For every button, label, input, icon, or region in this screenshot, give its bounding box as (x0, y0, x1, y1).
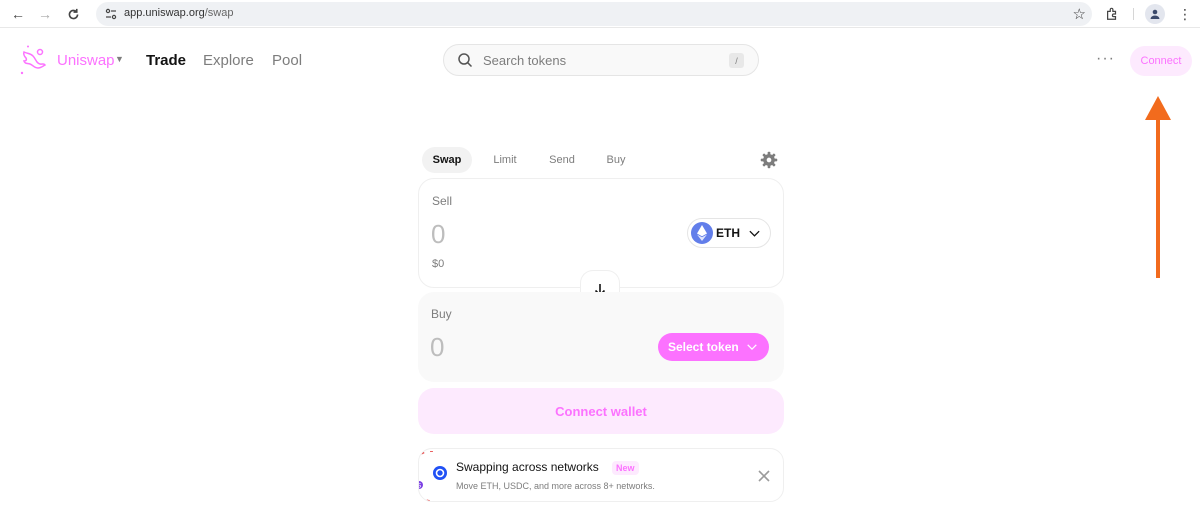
reload-icon[interactable] (63, 4, 83, 24)
sell-token-symbol: ETH (716, 226, 740, 240)
search-tokens-input[interactable]: Search tokens / (443, 44, 759, 76)
eth-token-icon (691, 222, 713, 244)
nav-pool[interactable]: Pool (272, 52, 302, 69)
sell-token-selector[interactable]: ETH (687, 218, 771, 248)
brand-name[interactable]: Uniswap (57, 52, 115, 69)
browser-toolbar: ← → app.uniswap.org/swap ☆ ⋮ (0, 0, 1200, 28)
search-placeholder: Search tokens (483, 53, 567, 68)
sell-amount-input[interactable]: 0 (431, 219, 445, 250)
banner-title: Swapping across networks (456, 460, 599, 474)
nav-trade[interactable]: Trade (146, 52, 186, 69)
sell-label: Sell (432, 194, 453, 208)
search-icon (458, 53, 473, 68)
back-icon[interactable]: ← (8, 4, 28, 24)
brand-caret-icon[interactable]: ▼ (115, 54, 124, 64)
annotation-arrow-icon (1145, 96, 1171, 278)
svg-text:*: * (418, 454, 419, 461)
profile-avatar-icon[interactable] (1145, 4, 1165, 24)
connect-button[interactable]: Connect (1130, 46, 1192, 76)
svg-text:S: S (418, 483, 422, 490)
browser-menu-icon[interactable]: ⋮ (1175, 4, 1195, 24)
bookmark-star-icon[interactable]: ☆ (1073, 5, 1086, 23)
settings-gear-icon[interactable] (760, 151, 778, 169)
select-token-label: Select token (668, 340, 739, 354)
more-options-icon[interactable]: ··· (1096, 50, 1115, 68)
site-info-icon[interactable] (104, 7, 118, 21)
forward-icon[interactable]: → (35, 4, 55, 24)
network-logo-icon (433, 466, 447, 480)
networks-banner[interactable]: S * Swapping across networks New Move ET… (418, 448, 784, 502)
address-bar[interactable]: app.uniswap.org/swap ☆ (96, 2, 1092, 26)
buy-panel: Buy 0 Select token (418, 292, 784, 382)
buy-label: Buy (431, 307, 452, 321)
app-header: Uniswap ▼ Trade Explore Pool Search toke… (0, 32, 1200, 90)
close-icon[interactable] (756, 468, 772, 484)
extensions-icon[interactable] (1102, 4, 1122, 24)
chevron-down-icon (747, 344, 757, 351)
connect-wallet-button[interactable]: Connect wallet (418, 388, 784, 434)
banner-subtitle: Move ETH, USDC, and more across 8+ netwo… (456, 481, 655, 491)
toolbar-divider (1133, 8, 1134, 20)
tab-swap[interactable]: Swap (422, 147, 472, 173)
buy-amount-input[interactable]: 0 (430, 332, 444, 363)
nav-explore[interactable]: Explore (203, 52, 254, 69)
chevron-down-icon (749, 230, 760, 237)
search-shortcut-key: / (729, 53, 744, 68)
tab-send[interactable]: Send (540, 147, 584, 173)
tab-buy[interactable]: Buy (598, 147, 634, 173)
tab-limit[interactable]: Limit (484, 147, 526, 173)
new-badge: New (612, 461, 639, 475)
sell-usd-value: $0 (432, 258, 445, 270)
select-token-button[interactable]: Select token (658, 333, 769, 361)
url-text[interactable]: app.uniswap.org/swap (124, 7, 233, 19)
uniswap-logo-icon[interactable] (18, 44, 48, 76)
